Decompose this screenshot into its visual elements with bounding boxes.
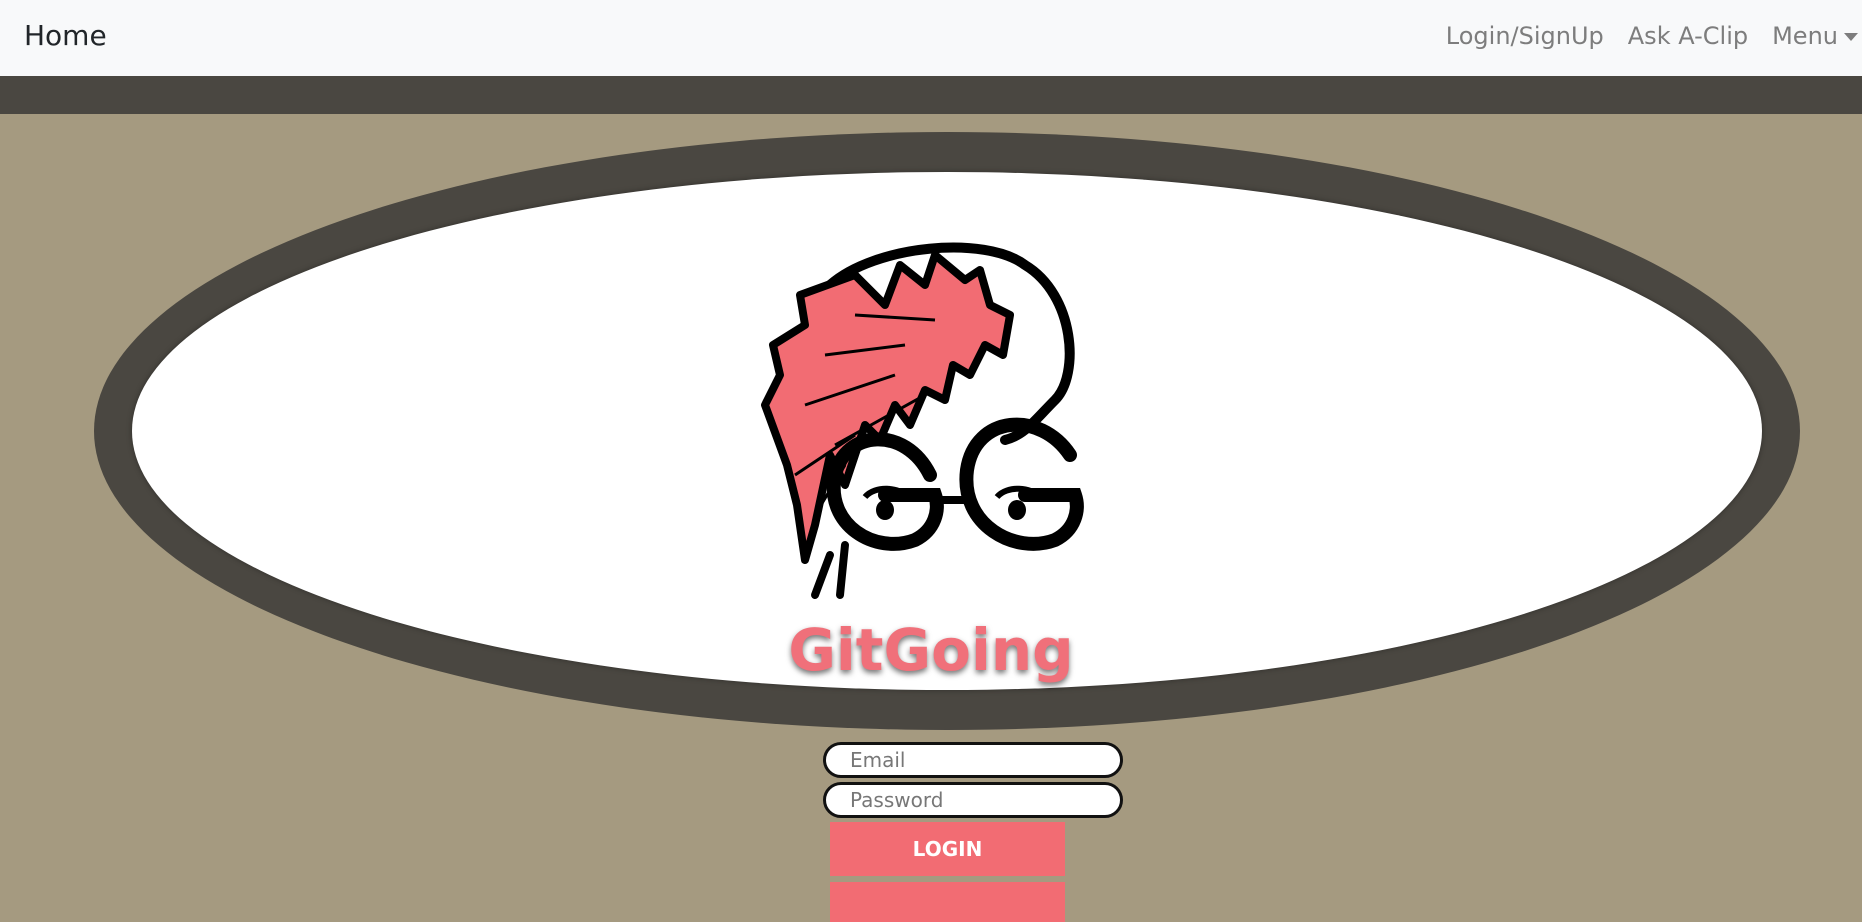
login-signup-link[interactable]: Login/SignUp bbox=[1446, 18, 1604, 54]
home-link[interactable]: Home bbox=[24, 18, 107, 54]
gitgoing-mascot-logo bbox=[761, 242, 1084, 599]
nav-links: Login/SignUp Ask A-Clip Menu bbox=[1446, 18, 1862, 54]
menu-dropdown[interactable]: Menu bbox=[1772, 18, 1858, 54]
header-band bbox=[0, 76, 1862, 114]
login-form: LOGIN bbox=[823, 742, 1123, 922]
secondary-button[interactable] bbox=[830, 882, 1065, 922]
neck bbox=[811, 541, 849, 599]
right-lens bbox=[959, 417, 1084, 551]
top-navbar: Home Login/SignUp Ask A-Clip Menu bbox=[0, 0, 1862, 76]
email-field[interactable] bbox=[823, 742, 1123, 778]
login-button[interactable]: LOGIN bbox=[830, 822, 1065, 876]
menu-label: Menu bbox=[1772, 22, 1838, 50]
brand-title: GitGoing bbox=[788, 616, 1074, 684]
password-field[interactable] bbox=[823, 782, 1123, 818]
caret-down-icon bbox=[1844, 33, 1858, 41]
ask-a-clip-link[interactable]: Ask A-Clip bbox=[1628, 18, 1748, 54]
